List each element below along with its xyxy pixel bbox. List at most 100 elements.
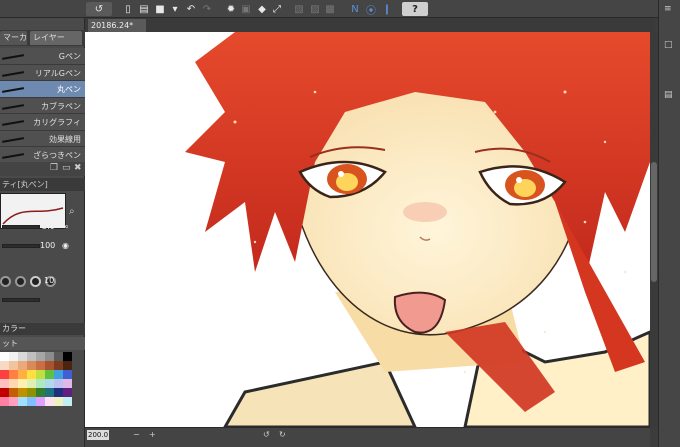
- zoom-out-icon[interactable]: −: [133, 430, 143, 440]
- color-swatch[interactable]: [54, 388, 63, 397]
- subtool-kabura-pen[interactable]: カブラペン: [0, 97, 85, 114]
- zoom-level[interactable]: 200.0: [87, 430, 109, 440]
- color-swatch[interactable]: [18, 388, 27, 397]
- document-tab[interactable]: 20186.24*: [88, 19, 146, 32]
- save-icon[interactable]: ■: [153, 2, 167, 16]
- scrollbar-thumb[interactable]: [651, 162, 657, 282]
- color-swatch[interactable]: [54, 370, 63, 379]
- color-swatch[interactable]: [9, 352, 18, 361]
- color-swatch[interactable]: [0, 361, 9, 370]
- layer-panel-icon[interactable]: ▤: [664, 90, 676, 102]
- color-swatch[interactable]: [18, 361, 27, 370]
- zoom-in-icon[interactable]: +: [149, 430, 159, 440]
- clip-studio-logo-icon[interactable]: ↺: [86, 2, 112, 16]
- subtool-round-pen[interactable]: 丸ペン: [0, 81, 85, 98]
- drawing-canvas[interactable]: [85, 32, 650, 427]
- color-swatch[interactable]: [27, 397, 36, 406]
- help-icon[interactable]: ?: [402, 2, 428, 16]
- stabilization-slider[interactable]: [2, 298, 40, 302]
- color-swatch[interactable]: [18, 352, 27, 361]
- opacity-mode-icon[interactable]: ◉: [62, 241, 69, 250]
- subtool-g-pen[interactable]: Gペン: [0, 48, 85, 65]
- delete-subtool-icon[interactable]: ✖: [74, 163, 82, 173]
- color-swatch[interactable]: [36, 379, 45, 388]
- color-swatch[interactable]: [45, 370, 54, 379]
- color-swatch[interactable]: [0, 388, 9, 397]
- color-swatch[interactable]: [0, 370, 9, 379]
- new-file-icon[interactable]: ▯: [121, 2, 135, 16]
- color-swatch[interactable]: [9, 370, 18, 379]
- color-swatch[interactable]: [36, 361, 45, 370]
- dropdown-icon[interactable]: ▾: [168, 2, 182, 16]
- color-swatch[interactable]: [9, 388, 18, 397]
- open-file-icon[interactable]: ▤: [137, 2, 151, 16]
- color-swatch[interactable]: [27, 361, 36, 370]
- navigator-icon[interactable]: □: [664, 40, 676, 52]
- deselect-icon[interactable]: ▧: [292, 2, 306, 16]
- color-swatch[interactable]: [27, 388, 36, 397]
- color-swatch[interactable]: [18, 370, 27, 379]
- color-swatch[interactable]: [45, 397, 54, 406]
- clear-icon[interactable]: ✹: [224, 2, 238, 16]
- vertical-scrollbar[interactable]: [650, 32, 658, 427]
- subtool-effect-line[interactable]: 効果線用: [0, 130, 85, 147]
- color-swatch[interactable]: [27, 370, 36, 379]
- color-swatch[interactable]: [54, 397, 63, 406]
- color-swatch[interactable]: [0, 397, 9, 406]
- crop-icon[interactable]: ▩: [323, 2, 337, 16]
- eraser-icon[interactable]: ◆: [255, 2, 269, 16]
- color-swatch[interactable]: [54, 379, 63, 388]
- color-set-selector[interactable]: ット: [0, 337, 85, 350]
- redo-icon[interactable]: ↷: [200, 2, 214, 16]
- color-swatch[interactable]: [63, 352, 72, 361]
- color-swatch[interactable]: [36, 370, 45, 379]
- color-swatch[interactable]: [9, 361, 18, 370]
- grid-snap-icon[interactable]: ❙: [380, 2, 394, 16]
- undo-icon[interactable]: ↶: [184, 2, 198, 16]
- special-ruler-snap-icon[interactable]: ⦿: [364, 2, 378, 17]
- size-lock-icon[interactable]: ∞: [62, 222, 69, 231]
- color-swatch[interactable]: [45, 388, 54, 397]
- color-swatch[interactable]: [36, 388, 45, 397]
- tab-marker[interactable]: マーカー: [0, 31, 27, 45]
- subtool-calligraphy[interactable]: カリグラフィ: [0, 114, 85, 131]
- rotate-left-icon[interactable]: ↺: [263, 430, 273, 440]
- fill-icon[interactable]: ▣: [239, 2, 253, 16]
- color-swatch[interactable]: [0, 379, 9, 388]
- size-slider[interactable]: [2, 225, 40, 229]
- color-swatch[interactable]: [45, 361, 54, 370]
- opacity-slider[interactable]: [2, 244, 40, 248]
- rotate-right-icon[interactable]: ↻: [279, 430, 289, 440]
- color-swatch[interactable]: [54, 361, 63, 370]
- color-swatch[interactable]: [9, 397, 18, 406]
- color-swatch[interactable]: [27, 352, 36, 361]
- tab-layer[interactable]: レイヤー: [30, 31, 82, 45]
- color-swatch[interactable]: [63, 397, 72, 406]
- subtool-label: ざらつきペン: [33, 151, 81, 160]
- color-swatch[interactable]: [36, 352, 45, 361]
- aa-weak-option[interactable]: [15, 276, 26, 287]
- color-swatch[interactable]: [27, 379, 36, 388]
- color-swatch[interactable]: [18, 379, 27, 388]
- search-icon[interactable]: ⌕: [69, 206, 75, 217]
- invert-selection-icon[interactable]: ▨: [308, 2, 322, 16]
- color-swatch[interactable]: [9, 379, 18, 388]
- subtool-real-g-pen[interactable]: リアルGペン: [0, 64, 85, 81]
- color-swatch[interactable]: [0, 352, 9, 361]
- panel-menu-icon[interactable]: ≡: [664, 4, 676, 16]
- color-swatch[interactable]: [45, 379, 54, 388]
- color-swatch[interactable]: [63, 361, 72, 370]
- color-swatch[interactable]: [18, 397, 27, 406]
- color-swatch[interactable]: [63, 388, 72, 397]
- copy-subtool-icon[interactable]: ❐: [50, 163, 58, 173]
- aa-none-option[interactable]: [0, 276, 11, 287]
- transform-icon[interactable]: ⤢: [270, 2, 284, 16]
- color-swatch[interactable]: [63, 379, 72, 388]
- ruler-snap-icon[interactable]: N: [348, 2, 362, 16]
- color-swatch[interactable]: [45, 352, 54, 361]
- color-swatch[interactable]: [54, 352, 63, 361]
- new-subtool-icon[interactable]: ▭: [62, 163, 71, 173]
- color-swatch[interactable]: [63, 370, 72, 379]
- aa-medium-option[interactable]: [30, 276, 41, 287]
- color-swatch[interactable]: [36, 397, 45, 406]
